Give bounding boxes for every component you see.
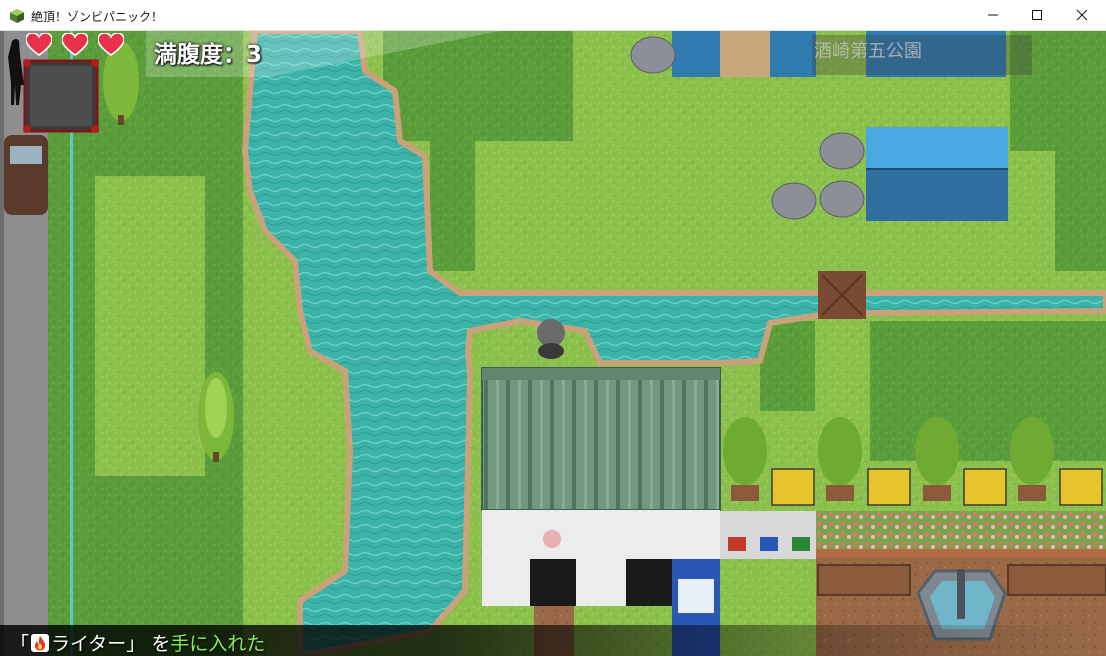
heart-icon xyxy=(98,33,124,56)
game-map xyxy=(0,31,1106,656)
minimize-button[interactable] xyxy=(970,0,1016,30)
heart-icon xyxy=(26,33,52,56)
hunger-label: 満腹度 xyxy=(154,42,223,68)
minimize-icon xyxy=(988,14,998,16)
hunger-value: 3 xyxy=(246,42,263,68)
heart-icon xyxy=(62,33,88,56)
fire-icon xyxy=(31,634,50,652)
close-icon xyxy=(1076,9,1088,21)
close-button[interactable] xyxy=(1059,0,1105,30)
maximize-icon xyxy=(1032,10,1042,20)
game-window: 絶頂！ゾンビパニック！ 満腹度：3 酒崎第五公園 「 ライター」 を手に入れた xyxy=(0,0,1106,656)
game-canvas[interactable]: 満腹度：3 酒崎第五公園 「ライター」 を手に入れた xyxy=(0,31,1106,656)
item-message: 「ライター」 を手に入れた xyxy=(10,629,265,656)
window-title: 絶頂！ゾンビパニック！ xyxy=(31,10,164,24)
hunger-meter: 満腹度：3 xyxy=(154,35,262,69)
title-bar: 絶頂！ゾンビパニック！ xyxy=(0,0,1106,31)
maximize-button[interactable] xyxy=(1014,0,1060,30)
hunger-separator: ： xyxy=(223,42,246,68)
park-sign: 酒崎第五公園 xyxy=(814,41,922,62)
message-close-bracket: 」 xyxy=(126,633,146,655)
app-icon xyxy=(10,9,24,23)
message-open-bracket: 「 xyxy=(10,633,30,655)
item-name: ライター xyxy=(51,633,127,655)
message-particle: を xyxy=(151,633,171,655)
message-highlight: 手に入れた xyxy=(170,633,266,655)
